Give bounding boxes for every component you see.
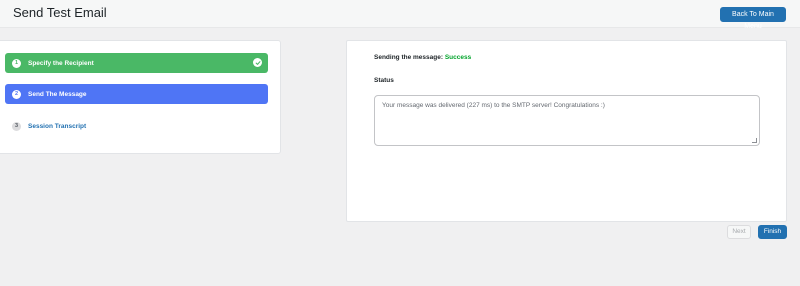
step-number: 3 <box>12 121 21 131</box>
status-label: Status <box>374 77 394 84</box>
sending-label: Sending the message: <box>374 54 443 61</box>
send-message-panel: Sending the message: Success Status Your… <box>346 40 787 222</box>
step-session-transcript[interactable]: 3 Session Transcript <box>5 116 268 136</box>
back-to-main-menu-button[interactable]: Back To Main Menu <box>720 7 786 30</box>
checkmark-icon <box>253 58 262 67</box>
wizard-steps-panel: 1 Specify the Recipient 2 Send The Messa… <box>0 40 281 154</box>
resize-handle-icon[interactable] <box>752 138 757 143</box>
step-number: 1 <box>12 58 21 68</box>
next-button[interactable]: Next <box>727 225 751 239</box>
page-title: Send Test Email <box>13 5 107 20</box>
step-specify-recipient[interactable]: 1 Specify the Recipient <box>5 53 268 73</box>
finish-button[interactable]: Finish <box>758 225 787 239</box>
step-label: Send The Message <box>28 90 87 98</box>
step-send-message[interactable]: 2 Send The Message <box>5 84 268 104</box>
status-text: Your message was delivered (227 ms) to t… <box>382 102 605 109</box>
step-number: 2 <box>12 89 21 99</box>
status-textarea[interactable]: Your message was delivered (227 ms) to t… <box>374 95 760 146</box>
step-label: Session Transcript <box>28 122 87 130</box>
top-bar: Send Test Email Back To Main Menu <box>0 0 800 30</box>
step-label: Specify the Recipient <box>28 59 94 67</box>
sending-status-row: Sending the message: Success <box>374 54 471 61</box>
sending-result: Success <box>444 54 472 61</box>
